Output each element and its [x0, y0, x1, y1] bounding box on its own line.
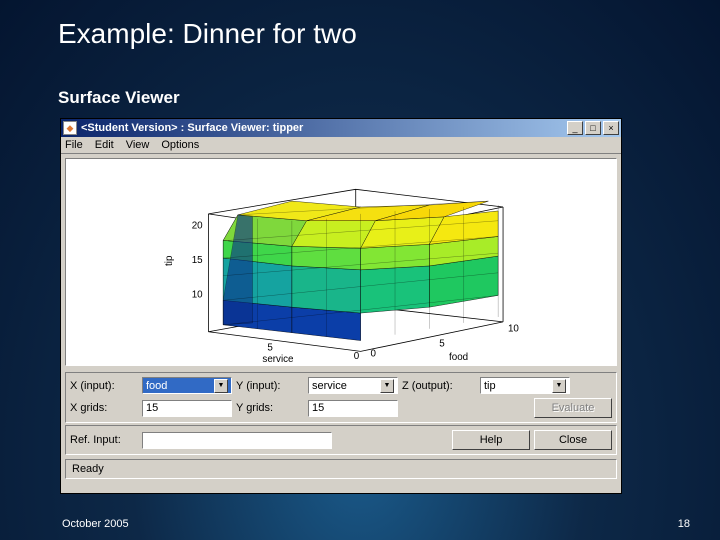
input-panel: X (input): food ▼ Y (input): service ▼ Z…	[65, 372, 617, 423]
matlab-icon: ◆	[63, 121, 77, 135]
ref-input-field[interactable]	[142, 432, 332, 449]
chevron-down-icon: ▼	[552, 379, 566, 393]
help-button[interactable]: Help	[452, 430, 530, 450]
slide-subtitle: Surface Viewer	[58, 88, 180, 108]
x-axis-label: food	[449, 352, 468, 363]
z-output-label: Z (output):	[402, 380, 476, 392]
z-output-dropdown[interactable]: tip ▼	[480, 377, 570, 394]
minimize-button[interactable]: _	[567, 121, 583, 135]
z-tick: 15	[192, 255, 203, 266]
chevron-down-icon: ▼	[380, 379, 394, 393]
window-title: <Student Version> : Surface Viewer: tipp…	[81, 122, 565, 134]
titlebar[interactable]: ◆ <Student Version> : Surface Viewer: ti…	[61, 119, 621, 137]
x-input-dropdown[interactable]: food ▼	[142, 377, 232, 394]
ref-panel: Ref. Input: Help Close	[65, 425, 617, 455]
z-axis-label: tip	[164, 255, 175, 266]
ref-input-label: Ref. Input:	[70, 434, 138, 446]
z-tick: 20	[192, 221, 203, 232]
y-grids-value: 15	[312, 402, 324, 414]
menu-edit[interactable]: Edit	[95, 139, 114, 151]
x-grids-label: X grids:	[70, 402, 138, 414]
menu-file[interactable]: File	[65, 139, 83, 151]
surface-plot[interactable]: 20 15 10 tip 5 0 0 5 10 service food	[65, 158, 617, 366]
surface-viewer-window: ◆ <Student Version> : Surface Viewer: ti…	[60, 118, 622, 494]
slide-title: Example: Dinner for two	[58, 18, 357, 50]
menubar: File Edit View Options	[61, 137, 621, 154]
y-input-dropdown[interactable]: service ▼	[308, 377, 398, 394]
y-grids-field[interactable]: 15	[308, 400, 398, 417]
status-bar: Ready	[65, 459, 617, 479]
footer-page: 18	[678, 518, 690, 530]
z-output-value: tip	[484, 380, 496, 392]
close-window-button[interactable]: ×	[603, 121, 619, 135]
x-tick: 5	[439, 338, 445, 349]
close-button[interactable]: Close	[534, 430, 612, 450]
y-axis-label: service	[262, 354, 294, 365]
chevron-down-icon: ▼	[214, 379, 228, 393]
maximize-button[interactable]: □	[585, 121, 601, 135]
x-grids-value: 15	[146, 402, 158, 414]
x-input-label: X (input):	[70, 380, 138, 392]
y-grids-label: Y grids:	[236, 402, 304, 414]
menu-view[interactable]: View	[126, 139, 150, 151]
y-tick: 5	[267, 342, 273, 353]
x-tick: 10	[508, 324, 519, 335]
menu-options[interactable]: Options	[161, 139, 199, 151]
footer-date: October 2005	[62, 518, 129, 530]
z-tick: 10	[192, 289, 203, 300]
xy-tick: 0	[354, 351, 360, 362]
x-input-value: food	[146, 380, 167, 392]
y-input-label: Y (input):	[236, 380, 304, 392]
evaluate-button[interactable]: Evaluate	[534, 398, 612, 418]
x-grids-field[interactable]: 15	[142, 400, 232, 417]
xy-tick: 0	[370, 348, 376, 359]
y-input-value: service	[312, 380, 347, 392]
